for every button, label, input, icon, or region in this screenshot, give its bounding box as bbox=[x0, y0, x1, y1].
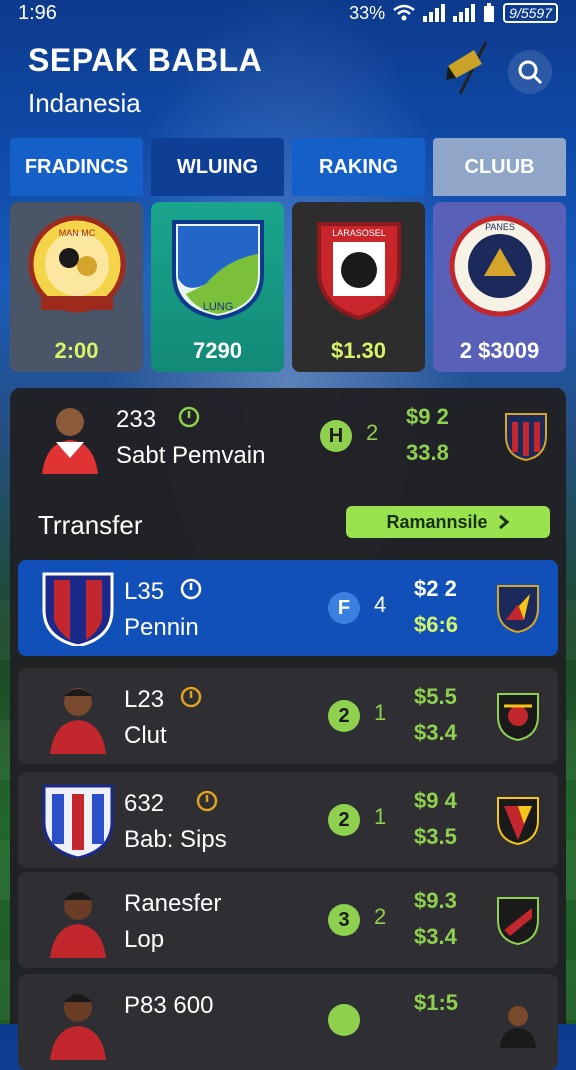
svg-text:LARASOSEL: LARASOSEL bbox=[332, 228, 386, 238]
app-subtitle: Indanesia bbox=[28, 88, 141, 118]
svg-text:LUNG: LUNG bbox=[202, 301, 233, 313]
svg-text:PANES: PANES bbox=[485, 222, 515, 232]
app-title: SEPAK BABLA bbox=[28, 42, 263, 78]
player-avatar-small bbox=[500, 1006, 536, 1048]
transfer-section: Trransfer Ramannsile bbox=[10, 494, 566, 552]
player-value: $3.5 bbox=[414, 824, 457, 849]
player-name: Bab: Sips bbox=[124, 826, 227, 853]
position-pill: 2 bbox=[328, 804, 360, 836]
player-count: 1 bbox=[374, 700, 387, 725]
search-button[interactable] bbox=[508, 50, 552, 94]
club-card-value: 2 $3009 bbox=[459, 338, 540, 363]
player-row[interactable]: 632 Bab: Sips 2 1 $9 4 $3.5 bbox=[18, 772, 558, 868]
club-crest-icon: MAN MC bbox=[28, 215, 125, 313]
status-time: 1:96 bbox=[18, 1, 57, 24]
club-card-value: $1.30 bbox=[330, 338, 387, 363]
status-bar: 1:96 33% 9/5597 bbox=[0, 0, 576, 26]
player-price: $9.3 bbox=[414, 888, 457, 913]
player-name: Pennin bbox=[124, 614, 199, 641]
chevron-right-icon bbox=[498, 515, 509, 529]
signal-icon-2 bbox=[453, 4, 476, 22]
player-name: Lop bbox=[124, 926, 165, 953]
player-name: Clut bbox=[124, 722, 167, 749]
remove-button[interactable]: Ramannsile bbox=[346, 506, 550, 538]
club-card[interactable]: LUNG 7290 bbox=[151, 202, 284, 372]
player-value: $3.4 bbox=[414, 720, 457, 745]
club-badge-icon bbox=[497, 693, 539, 742]
player-count: 1 bbox=[374, 804, 387, 829]
club-crest-icon: PANES bbox=[449, 215, 550, 317]
club-badge-icon bbox=[497, 797, 539, 846]
player-count: 4 bbox=[374, 592, 387, 617]
club-card[interactable]: MAN MC 2:00 bbox=[10, 202, 143, 372]
player-value: $3.4 bbox=[414, 924, 457, 949]
player-price: $9 4 bbox=[414, 788, 457, 813]
player-name: Sabt Pemvain bbox=[116, 442, 266, 469]
flag-icon[interactable] bbox=[440, 36, 492, 96]
club-cards: MAN MC 2:00 LUNG 7290 LARASOSEL $1.30 PA… bbox=[10, 202, 566, 372]
position-pill: H bbox=[320, 420, 352, 452]
club-card[interactable]: LARASOSEL $1.30 bbox=[292, 202, 425, 372]
club-card[interactable]: PANES 2 $3009 bbox=[433, 202, 566, 372]
player-avatar bbox=[50, 892, 106, 958]
search-icon bbox=[518, 60, 543, 85]
player-count: 2 bbox=[366, 420, 379, 445]
player-avatar bbox=[42, 408, 98, 474]
position-pill bbox=[328, 1004, 360, 1036]
club-crest-icon: LARASOSEL bbox=[316, 222, 401, 321]
player-price: $5.5 bbox=[414, 684, 457, 709]
player-count: 2 bbox=[374, 904, 387, 929]
club-badge-icon bbox=[497, 897, 539, 946]
tab-fradincs[interactable]: FRADINCS bbox=[10, 138, 143, 196]
wifi-icon bbox=[393, 4, 415, 21]
club-crest-icon bbox=[42, 784, 114, 858]
club-card-value: 2:00 bbox=[54, 338, 99, 363]
player-code: P83 600 bbox=[124, 992, 214, 1019]
position-pill: F bbox=[328, 592, 360, 624]
battery-icon bbox=[484, 3, 495, 22]
player-name-line1: Ranesfer bbox=[124, 890, 222, 917]
timer-icon bbox=[178, 406, 200, 428]
position-pill: 2 bbox=[328, 700, 360, 732]
player-code: 233 bbox=[116, 406, 157, 433]
player-value: $6:6 bbox=[414, 612, 459, 637]
player-price: $9 2 bbox=[406, 404, 449, 429]
player-row[interactable]: P83 600 $1:5 bbox=[18, 974, 558, 1070]
remove-button-label: Ramannsile bbox=[386, 511, 488, 532]
transfer-label: Trransfer bbox=[38, 510, 143, 540]
timer-icon bbox=[196, 790, 218, 812]
svg-text:MAN MC: MAN MC bbox=[58, 228, 95, 238]
club-card-value: 7290 bbox=[193, 338, 242, 363]
tab-wluing[interactable]: WLUING bbox=[151, 138, 284, 196]
player-price: $1:5 bbox=[414, 990, 459, 1015]
signal-icon bbox=[423, 4, 446, 22]
tab-cluub[interactable]: CLUUB bbox=[433, 138, 566, 196]
player-code: L23 bbox=[124, 686, 165, 713]
player-value: 33.8 bbox=[406, 440, 449, 465]
position-pill: 3 bbox=[328, 904, 360, 936]
player-price: $2 2 bbox=[414, 576, 457, 601]
club-badge-icon bbox=[497, 585, 539, 634]
club-badge-icon bbox=[505, 413, 547, 462]
club-crest-icon bbox=[42, 572, 114, 646]
battery-percent: 33% bbox=[349, 2, 386, 23]
timer-icon bbox=[180, 578, 202, 600]
player-row[interactable]: L23 Clut 2 1 $5.5 $3.4 bbox=[18, 668, 558, 764]
player-avatar bbox=[50, 688, 106, 754]
player-avatar bbox=[50, 994, 106, 1060]
player-row[interactable]: Ranesfer Lop 3 2 $9.3 $3.4 bbox=[18, 872, 558, 968]
timer-icon bbox=[180, 686, 202, 708]
player-code: L35 bbox=[124, 578, 165, 605]
player-code: 632 bbox=[124, 790, 165, 817]
tab-raking[interactable]: RAKING bbox=[292, 138, 425, 196]
player-row[interactable]: L35 Pennin F 4 $2 2 $6:6 bbox=[18, 560, 558, 656]
player-row[interactable]: 233 Sabt Pemvain H 2 $9 2 33.8 bbox=[10, 388, 566, 488]
battery-label: 9/5597 bbox=[503, 3, 558, 23]
club-crest-icon: LUNG bbox=[171, 220, 264, 321]
tab-bar: FRADINCS WLUING RAKING CLUUB bbox=[10, 138, 566, 196]
